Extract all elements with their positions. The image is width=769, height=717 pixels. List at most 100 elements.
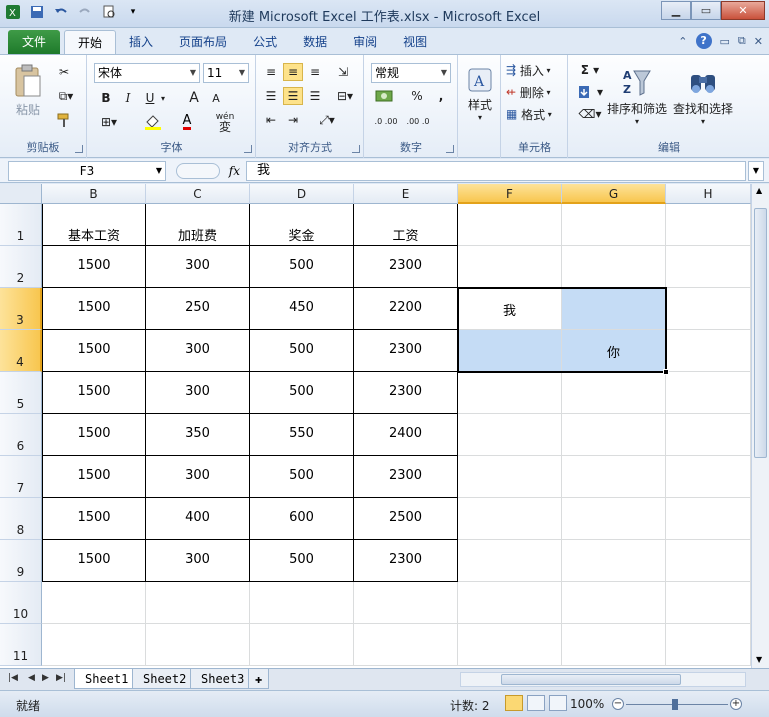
vertical-scrollbar[interactable]: ▲ ▼ bbox=[751, 184, 769, 668]
cell-b10[interactable] bbox=[42, 582, 146, 624]
cell-g8[interactable] bbox=[562, 498, 666, 540]
cell-e7[interactable]: 2300 bbox=[354, 456, 458, 498]
percent-style-button[interactable]: % bbox=[409, 87, 425, 105]
cut-icon[interactable]: ✂ bbox=[54, 63, 74, 81]
cell-b2[interactable]: 1500 bbox=[42, 246, 146, 288]
autosum-icon[interactable]: Σ ▾ bbox=[575, 61, 605, 79]
number-launcher-icon[interactable] bbox=[446, 145, 454, 153]
prev-sheet-icon[interactable]: ◀ bbox=[28, 673, 35, 683]
clipboard-launcher-icon[interactable] bbox=[75, 145, 83, 153]
cell-h7[interactable] bbox=[666, 456, 751, 498]
sheet-tab-3[interactable]: Sheet3 bbox=[190, 669, 256, 689]
cell-d6[interactable]: 550 bbox=[250, 414, 354, 456]
borders-icon[interactable]: ⊞▾ bbox=[96, 113, 122, 131]
cell-c8[interactable]: 400 bbox=[146, 498, 250, 540]
maximize-button[interactable]: ▭ bbox=[691, 1, 721, 20]
cell-b3[interactable]: 1500 bbox=[42, 288, 146, 330]
cell-e10[interactable] bbox=[354, 582, 458, 624]
cell-f9[interactable] bbox=[458, 540, 562, 582]
column-header-f[interactable]: F bbox=[458, 184, 562, 204]
cell-d1[interactable]: 奖金 bbox=[250, 204, 354, 246]
fill-icon[interactable]: ▾ bbox=[575, 83, 605, 101]
font-color-button[interactable]: A bbox=[174, 113, 200, 131]
cell-c2[interactable]: 300 bbox=[146, 246, 250, 288]
cell-c10[interactable] bbox=[146, 582, 250, 624]
cell-c1[interactable]: 加班费 bbox=[146, 204, 250, 246]
styles-button[interactable]: A 样式 ▾ bbox=[463, 61, 497, 127]
column-header-d[interactable]: D bbox=[250, 184, 354, 204]
row-header-10[interactable]: 10 bbox=[0, 582, 42, 624]
column-header-c[interactable]: C bbox=[146, 184, 250, 204]
zoom-level[interactable]: 100% bbox=[570, 697, 604, 711]
bottom-align-icon[interactable]: ≡ bbox=[305, 63, 325, 81]
font-launcher-icon[interactable] bbox=[244, 145, 252, 153]
merge-center-icon[interactable]: ⊟▾ bbox=[331, 87, 359, 105]
column-header-b[interactable]: B bbox=[42, 184, 146, 204]
accounting-format-icon[interactable] bbox=[371, 87, 401, 105]
font-name-select[interactable]: 宋体 ▼ bbox=[94, 63, 200, 83]
help-icon[interactable]: ? bbox=[695, 33, 712, 49]
first-sheet-icon[interactable]: |◀ bbox=[8, 673, 18, 683]
cell-d8[interactable]: 600 bbox=[250, 498, 354, 540]
vertical-scroll-thumb[interactable] bbox=[754, 208, 767, 458]
cell-c5[interactable]: 300 bbox=[146, 372, 250, 414]
tab-home[interactable]: 开始 bbox=[64, 30, 117, 54]
insert-function-button[interactable]: fx bbox=[229, 164, 240, 178]
format-cells-button[interactable]: ▦ 格式 ▾ bbox=[506, 105, 564, 123]
cell-g2[interactable] bbox=[562, 246, 666, 288]
phonetic-guide-button[interactable]: wén 変 bbox=[210, 111, 240, 133]
align-right-icon[interactable]: ☰ bbox=[305, 87, 325, 105]
cell-d4[interactable]: 500 bbox=[250, 330, 354, 372]
cell-e2[interactable]: 2300 bbox=[354, 246, 458, 288]
fill-handle[interactable] bbox=[663, 369, 669, 375]
cell-c7[interactable]: 300 bbox=[146, 456, 250, 498]
row-header-3[interactable]: 3 bbox=[0, 288, 42, 330]
cell-h11[interactable] bbox=[666, 624, 751, 666]
cell-f11[interactable] bbox=[458, 624, 562, 666]
cell-f6[interactable] bbox=[458, 414, 562, 456]
decrease-decimal-button[interactable]: .00 .0 bbox=[403, 111, 433, 131]
next-sheet-icon[interactable]: ▶ bbox=[42, 673, 49, 683]
column-header-h[interactable]: H bbox=[666, 184, 751, 204]
cell-e6[interactable]: 2400 bbox=[354, 414, 458, 456]
tab-page-layout[interactable]: 页面布局 bbox=[166, 30, 240, 54]
cell-d10[interactable] bbox=[250, 582, 354, 624]
zoom-slider-thumb[interactable] bbox=[672, 699, 678, 710]
cell-d9[interactable]: 500 bbox=[250, 540, 354, 582]
cell-g5[interactable] bbox=[562, 372, 666, 414]
grow-font-button[interactable]: A bbox=[186, 89, 202, 107]
zoom-in-icon[interactable]: + bbox=[730, 698, 742, 710]
cell-e11[interactable] bbox=[354, 624, 458, 666]
underline-dropdown-icon[interactable]: ▾ bbox=[158, 89, 168, 107]
tab-formulas[interactable]: 公式 bbox=[240, 30, 290, 54]
insert-cells-button[interactable]: ⇶ 插入 ▾ bbox=[506, 61, 564, 79]
horizontal-scrollbar[interactable] bbox=[460, 672, 746, 687]
cell-h6[interactable] bbox=[666, 414, 751, 456]
row-header-1[interactable]: 1 bbox=[0, 204, 42, 246]
column-header-e[interactable]: E bbox=[354, 184, 458, 204]
row-header-7[interactable]: 7 bbox=[0, 456, 42, 498]
cell-h10[interactable] bbox=[666, 582, 751, 624]
page-break-view-icon[interactable] bbox=[549, 695, 567, 711]
font-size-select[interactable]: 11 ▼ bbox=[203, 63, 249, 83]
cell-g6[interactable] bbox=[562, 414, 666, 456]
cell-c11[interactable] bbox=[146, 624, 250, 666]
select-all-corner[interactable] bbox=[0, 184, 42, 204]
cell-f8[interactable] bbox=[458, 498, 562, 540]
cell-e3[interactable]: 2200 bbox=[354, 288, 458, 330]
tab-data[interactable]: 数据 bbox=[290, 30, 340, 54]
normal-view-icon[interactable] bbox=[505, 695, 523, 711]
doc-close-icon[interactable]: ✕ bbox=[754, 35, 763, 48]
new-sheet-icon[interactable]: ✚ bbox=[248, 669, 270, 689]
horizontal-scroll-thumb[interactable] bbox=[501, 674, 681, 685]
fill-color-icon[interactable] bbox=[140, 113, 166, 131]
cell-g1[interactable] bbox=[562, 204, 666, 246]
tab-file[interactable]: 文件 bbox=[8, 30, 61, 54]
copy-icon[interactable]: ⧉▾ bbox=[54, 87, 78, 105]
shrink-font-button[interactable]: A bbox=[208, 89, 224, 107]
cell-g11[interactable] bbox=[562, 624, 666, 666]
last-sheet-icon[interactable]: ▶| bbox=[56, 673, 66, 683]
clear-icon[interactable]: ⌫▾ bbox=[575, 105, 605, 123]
cell-e4[interactable]: 2300 bbox=[354, 330, 458, 372]
collapse-ribbon-icon[interactable]: ⌃ bbox=[678, 35, 687, 48]
